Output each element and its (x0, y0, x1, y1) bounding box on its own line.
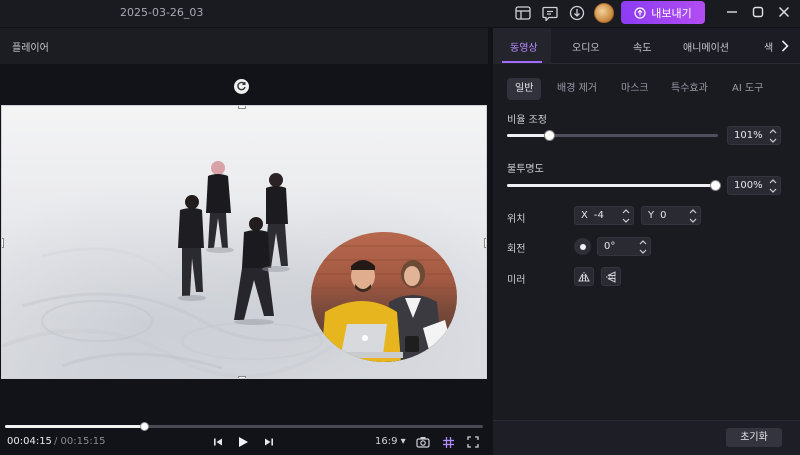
video-preview[interactable] (1, 105, 487, 379)
tab-video[interactable]: 동영상 (510, 39, 538, 54)
opacity-slider[interactable] (507, 180, 721, 191)
position-x-value: -4 (593, 210, 604, 221)
resize-handle-bottom[interactable] (238, 376, 246, 378)
title-bar: 2025-03-26_03 내보내기 (0, 0, 800, 27)
position-y-field[interactable]: Y0 (641, 206, 701, 225)
subtab-ai-tools[interactable]: AI 도구 (724, 78, 771, 100)
next-frame-icon[interactable] (262, 435, 276, 449)
tab-audio[interactable]: 오디오 (572, 39, 600, 54)
rotation-value-field[interactable]: 0° (597, 237, 651, 256)
scale-slider[interactable] (507, 130, 718, 141)
tab-color[interactable]: 색 (764, 39, 773, 54)
rotation-dial-icon[interactable] (574, 238, 591, 255)
playback-progress-knob[interactable] (139, 422, 149, 431)
tab-animation[interactable]: 애니메이션 (683, 39, 729, 54)
close-icon[interactable] (776, 4, 792, 20)
previous-frame-icon[interactable] (211, 435, 225, 449)
panel-footer: 초기화 (493, 420, 800, 455)
playback-progress-fill (5, 425, 144, 428)
current-time: 00:04:15 (7, 436, 52, 447)
scale-value: 101% (734, 130, 763, 141)
property-tabs: 동영상 오디오 속도 애니메이션 색 (493, 28, 800, 64)
flip-vertical-icon[interactable] (601, 267, 621, 286)
tab-speed[interactable]: 속도 (633, 39, 651, 54)
scale-slider-knob[interactable] (544, 130, 556, 141)
position-label: 위치 (507, 214, 526, 225)
scale-slider-fill (507, 134, 550, 137)
player-title: 플레이어 (12, 43, 49, 54)
position-x-label: X (581, 210, 588, 221)
subtab-background-removal[interactable]: 배경 제거 (549, 78, 605, 100)
position-y-label: Y (648, 210, 655, 221)
opacity-stepper-icon[interactable] (769, 179, 777, 193)
opacity-value: 100% (734, 180, 763, 191)
maximize-icon[interactable] (750, 4, 766, 20)
aspect-ratio-dropdown[interactable]: 16:9 ▾ (375, 436, 406, 447)
overlay-photo-circle[interactable] (311, 232, 457, 362)
rotate-handle-icon[interactable] (234, 79, 249, 94)
scale-value-field[interactable]: 101% (727, 126, 781, 145)
property-subtabs: 일반 배경 제거 마스크 특수효과 AI 도구 (505, 78, 790, 100)
position-y-stepper-icon[interactable] (689, 209, 697, 223)
resize-handle-left[interactable] (2, 238, 4, 248)
flip-horizontal-icon[interactable] (574, 267, 594, 286)
scale-stepper-icon[interactable] (769, 129, 777, 143)
snapshot-icon[interactable] (416, 435, 430, 449)
total-time: / 00:15:15 (54, 436, 106, 447)
upload-icon (634, 6, 646, 19)
position-x-stepper-icon[interactable] (622, 209, 630, 223)
user-avatar[interactable] (594, 3, 614, 23)
download-icon[interactable] (568, 4, 586, 22)
position-y-value: 0 (660, 210, 667, 221)
feedback-icon[interactable] (541, 4, 559, 22)
reset-button[interactable]: 초기화 (726, 428, 782, 447)
properties-panel: 동영상 오디오 속도 애니메이션 색 일반 배경 제거 마스크 특수효과 AI … (493, 28, 800, 455)
resize-handle-right[interactable] (484, 238, 486, 248)
document-title: 2025-03-26_03 (120, 6, 204, 19)
opacity-slider-fill (507, 184, 715, 187)
rotation-stepper-icon[interactable] (639, 240, 647, 254)
mirror-label: 미러 (507, 275, 526, 286)
export-button[interactable]: 내보내기 (621, 1, 705, 24)
dancers-figure (178, 161, 290, 325)
chevron-right-icon[interactable] (774, 34, 796, 58)
resize-handle-top[interactable] (238, 106, 246, 109)
opacity-slider-knob[interactable] (710, 180, 721, 191)
position-x-field[interactable]: X -4 (574, 206, 634, 225)
opacity-value-field[interactable]: 100% (727, 176, 781, 195)
player-header: 플레이어 (0, 28, 488, 64)
export-button-label: 내보내기 (651, 6, 692, 20)
subtab-general[interactable]: 일반 (507, 78, 542, 100)
minimize-icon[interactable] (724, 4, 740, 20)
opacity-label: 불투명도 (507, 164, 544, 175)
fullscreen-icon[interactable] (466, 435, 480, 449)
play-icon[interactable] (236, 435, 250, 449)
scale-label: 비율 조정 (507, 115, 547, 126)
playback-progress-bar[interactable] (5, 422, 483, 431)
layout-icon[interactable] (514, 4, 532, 22)
grid-icon[interactable] (441, 435, 455, 449)
active-tab-underline (502, 61, 542, 63)
rotation-label: 회전 (507, 244, 526, 255)
player-panel: 플레이어 00:04:15 / 00:15:15 16:9 ▾ (0, 28, 488, 455)
rotation-value: 0° (604, 241, 616, 252)
subtab-effects[interactable]: 특수효과 (663, 78, 716, 100)
subtab-mask[interactable]: 마스크 (613, 78, 657, 100)
